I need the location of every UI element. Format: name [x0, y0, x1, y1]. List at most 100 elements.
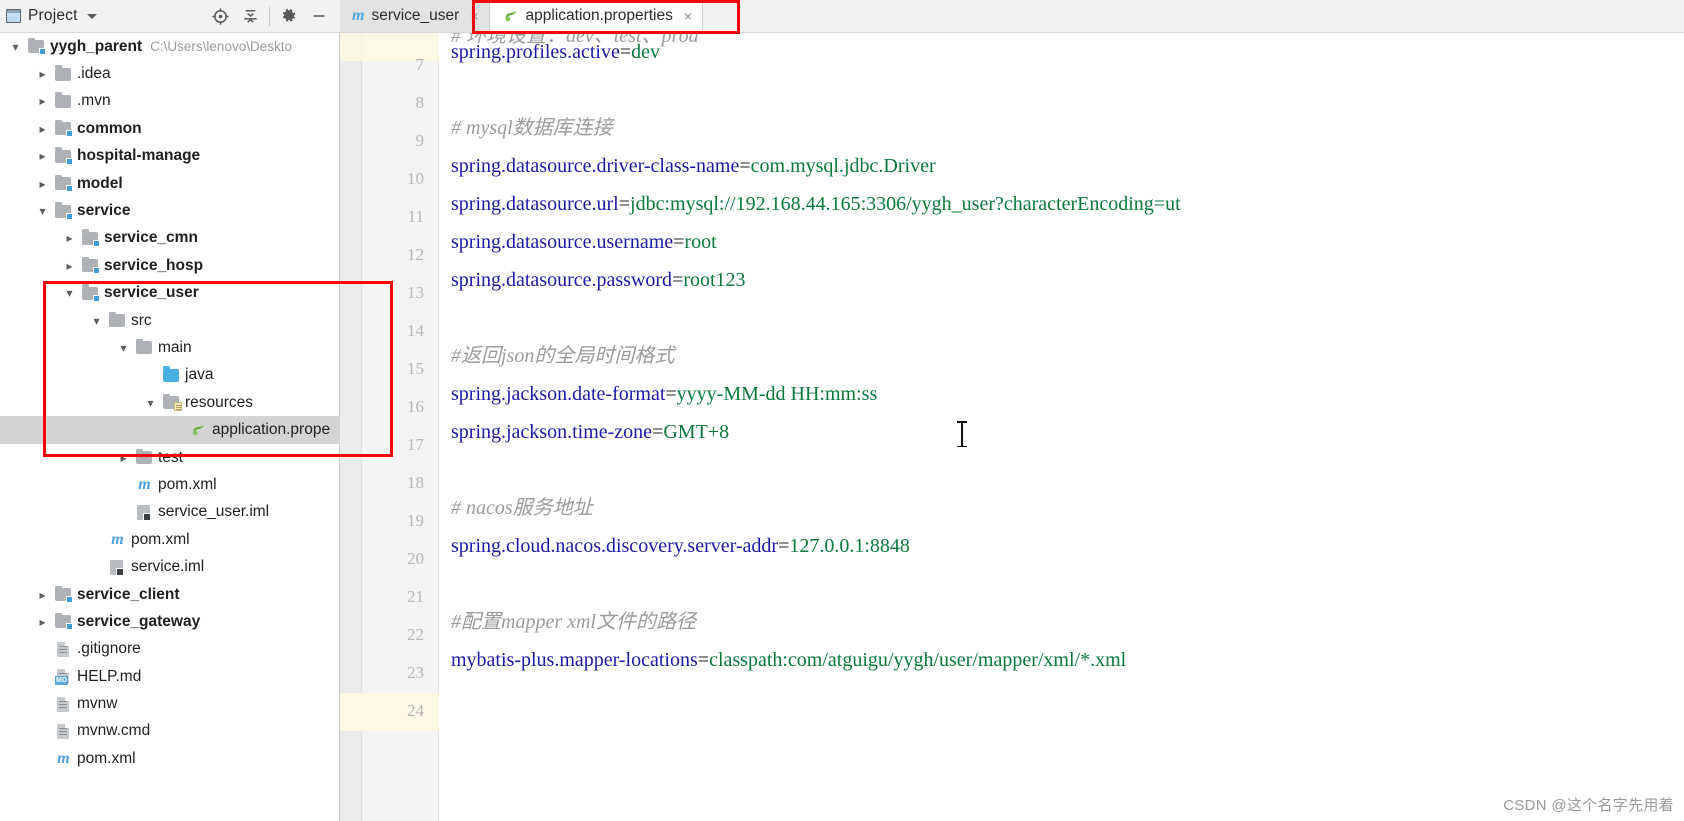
tree-item-service[interactable]: ▾ service	[0, 197, 340, 224]
property-key: spring.jackson.time-zone	[451, 421, 653, 443]
property-value: classpath:com/atguigu/yygh/user/mapper/x…	[709, 649, 1127, 671]
tree-item-label: mvnw	[77, 695, 118, 713]
property-key: spring.jackson.date-format	[451, 383, 666, 405]
tree-item-java[interactable]: java	[0, 362, 340, 389]
equals-sign: =	[618, 193, 631, 215]
property-key: spring.profiles.active	[451, 41, 620, 63]
tree-item-.idea[interactable]: ▸ .idea	[0, 60, 340, 87]
project-panel-title: Project	[28, 7, 78, 24]
property-key: spring.datasource.url	[451, 193, 619, 215]
tree-item-mvnw[interactable]: mvnw	[0, 690, 340, 717]
close-icon[interactable]: ×	[684, 8, 692, 24]
text-cursor-ibeam	[958, 421, 966, 447]
code-line-property: spring.datasource.password=root123	[451, 261, 746, 299]
chevron-right-icon[interactable]: ▸	[35, 176, 50, 191]
tree-item-model[interactable]: ▸ model	[0, 170, 340, 197]
code-line-property: spring.datasource.url=jdbc:mysql://192.1…	[451, 185, 1181, 223]
chevron-down-icon[interactable]: ▾	[35, 204, 50, 219]
chevron-right-icon[interactable]: ▸	[116, 450, 131, 465]
tree-item-common[interactable]: ▸ common	[0, 115, 340, 142]
minimize-icon[interactable]	[304, 3, 334, 29]
spring-properties-icon	[190, 423, 207, 438]
property-key: spring.datasource.username	[451, 231, 674, 253]
chevron-down-icon[interactable]	[86, 13, 97, 19]
locate-icon[interactable]	[205, 3, 235, 29]
tree-item-service_hosp[interactable]: ▸ service_hosp	[0, 252, 340, 279]
module-folder-icon	[55, 174, 73, 193]
chevron-right-icon[interactable]: ▸	[35, 587, 50, 602]
tree-item-label: .gitignore	[77, 640, 141, 658]
tree-item-label: application.prope	[212, 421, 331, 439]
tree-item-hospital-manage[interactable]: ▸ hospital-manage	[0, 143, 340, 170]
close-icon[interactable]: ×	[470, 8, 478, 24]
line-number: 16	[407, 397, 424, 416]
line-number: 17	[407, 435, 424, 454]
equals-sign: =	[697, 649, 710, 671]
editor-tab-bar: m service_user × application.properties ×	[340, 0, 1684, 33]
property-value: jdbc:mysql://192.168.44.165:3306/yygh_us…	[630, 193, 1181, 215]
tree-item-service_user[interactable]: ▾ service_user	[0, 280, 340, 307]
chevron-right-icon[interactable]: ▸	[35, 149, 50, 164]
editor-tab-application-properties[interactable]: application.properties ×	[489, 0, 704, 32]
code-line-comment: # nacos服务地址	[451, 497, 593, 519]
chevron-down-icon[interactable]: ▾	[8, 39, 23, 54]
tree-item-help.md[interactable]: MD HELP.md	[0, 663, 340, 690]
tree-item-main[interactable]: ▾ main	[0, 334, 340, 361]
chevron-down-icon[interactable]: ▾	[116, 340, 131, 355]
editor-tab-service_user[interactable]: m service_user ×	[340, 0, 490, 32]
equals-sign: =	[652, 421, 664, 443]
project-title-group[interactable]: Project	[6, 7, 97, 25]
tree-item-src[interactable]: ▾ src	[0, 307, 340, 334]
chevron-right-icon[interactable]: ▸	[62, 258, 77, 273]
chevron-right-icon[interactable]: ▸	[35, 121, 50, 136]
property-value: 127.0.0.1:8848	[789, 535, 910, 557]
chevron-down-icon[interactable]: ▾	[143, 395, 158, 410]
project-tool-window: Project ▾ yygh_parent C:\Users\lenovo\De…	[0, 0, 340, 821]
tree-item-service_cmn[interactable]: ▸ service_cmn	[0, 225, 340, 252]
tree-item-application.prope[interactable]: application.prope	[0, 416, 340, 444]
tab-label: service_user	[371, 7, 460, 24]
chevron-right-icon[interactable]: ▸	[35, 67, 50, 82]
tree-item-resources[interactable]: ▾ resources	[0, 389, 340, 416]
code-line-property: mybatis-plus.mapper-locations=classpath:…	[451, 641, 1126, 679]
line-number: 10	[407, 169, 424, 188]
tree-item-pom.xml[interactable]: m pom.xml	[0, 471, 340, 498]
module-folder-icon	[55, 612, 73, 631]
line-number: 20	[407, 549, 424, 568]
code-viewport[interactable]: 7 8 9 10 11 12 13 14 15 16 17 18 19 20 21 22 23 24 # 环境设置…	[340, 33, 1684, 821]
collapse-all-icon[interactable]	[235, 3, 265, 29]
settings-gear-icon[interactable]	[274, 3, 304, 29]
chevron-right-icon[interactable]: ▸	[35, 94, 50, 109]
tree-item-service.iml[interactable]: service.iml	[0, 553, 340, 580]
line-number: 23	[407, 663, 424, 682]
tree-item-yygh_parent[interactable]: ▾ yygh_parent C:\Users\lenovo\Deskto	[0, 33, 340, 60]
iml-module-icon	[109, 559, 126, 576]
chevron-down-icon[interactable]: ▾	[89, 313, 104, 328]
code-line-property: spring.jackson.date-format=yyyy-MM-dd HH…	[451, 375, 877, 413]
line-number: 24	[407, 701, 424, 720]
tree-item-mvnw.cmd[interactable]: mvnw.cmd	[0, 718, 340, 745]
tree-item-service_gateway[interactable]: ▸ service_gateway	[0, 608, 340, 635]
tree-item-service_client[interactable]: ▸ service_client	[0, 581, 340, 608]
module-folder-icon	[55, 119, 73, 138]
chevron-right-icon[interactable]: ▸	[62, 231, 77, 246]
tree-item-label: service	[77, 202, 131, 220]
tree-item-test[interactable]: ▸ test	[0, 444, 340, 471]
tree-item-.mvn[interactable]: ▸ .mvn	[0, 88, 340, 115]
project-tree[interactable]: ▾ yygh_parent C:\Users\lenovo\Deskto ▸ .idea…	[0, 33, 340, 821]
chevron-right-icon[interactable]: ▸	[35, 614, 50, 629]
property-value: dev	[631, 41, 661, 63]
chevron-down-icon[interactable]: ▾	[62, 286, 77, 301]
folder-icon	[136, 338, 153, 355]
tree-item-pom.xml[interactable]: m pom.xml	[0, 526, 340, 553]
line-number: 22	[407, 625, 424, 644]
equals-sign: =	[739, 155, 751, 177]
tree-item-service_user.iml[interactable]: service_user.iml	[0, 499, 340, 526]
line-number: 12	[407, 245, 424, 264]
file-icon	[55, 696, 72, 712]
property-value: GMT+8	[663, 421, 730, 443]
code-text[interactable]: # 环境设置：dev、test、prod spring.profiles.acti…	[439, 33, 1684, 821]
module-folder-icon	[55, 147, 73, 165]
tree-item-pom.xml[interactable]: m pom.xml	[0, 745, 340, 772]
tree-item-.gitignore[interactable]: .gitignore	[0, 636, 340, 663]
